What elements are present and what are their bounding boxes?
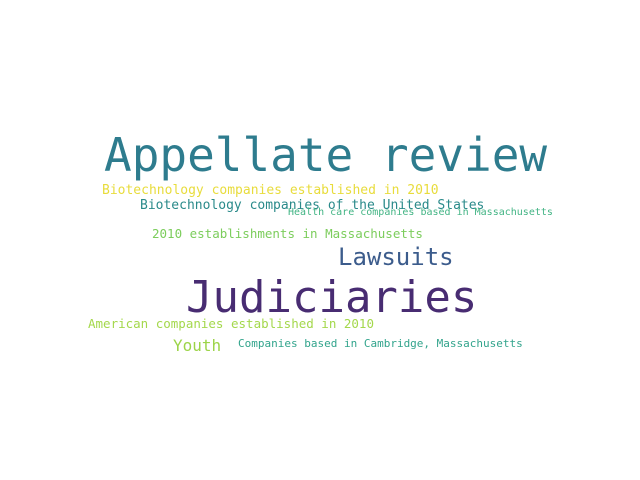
word-lawsuits: Lawsuits [338,243,454,271]
word-youth: Youth [173,336,222,355]
word-2010-establishments-massachusetts: 2010 establishments in Massachusetts [152,226,423,241]
word-companies-cambridge: Companies based in Cambridge, Massachuse… [238,337,523,350]
word-cloud: Appellate review Judiciaries Lawsuits Bi… [0,0,640,480]
word-american-companies-2010: American companies established in 2010 [88,316,374,331]
word-appellate-review: Appellate review [104,128,548,182]
word-health-care-massachusetts: Health care companies based in Massachus… [288,207,553,218]
word-judiciaries: Judiciaries [186,272,478,323]
word-biotech-established-2010: Biotechnology companies established in 2… [102,183,439,198]
